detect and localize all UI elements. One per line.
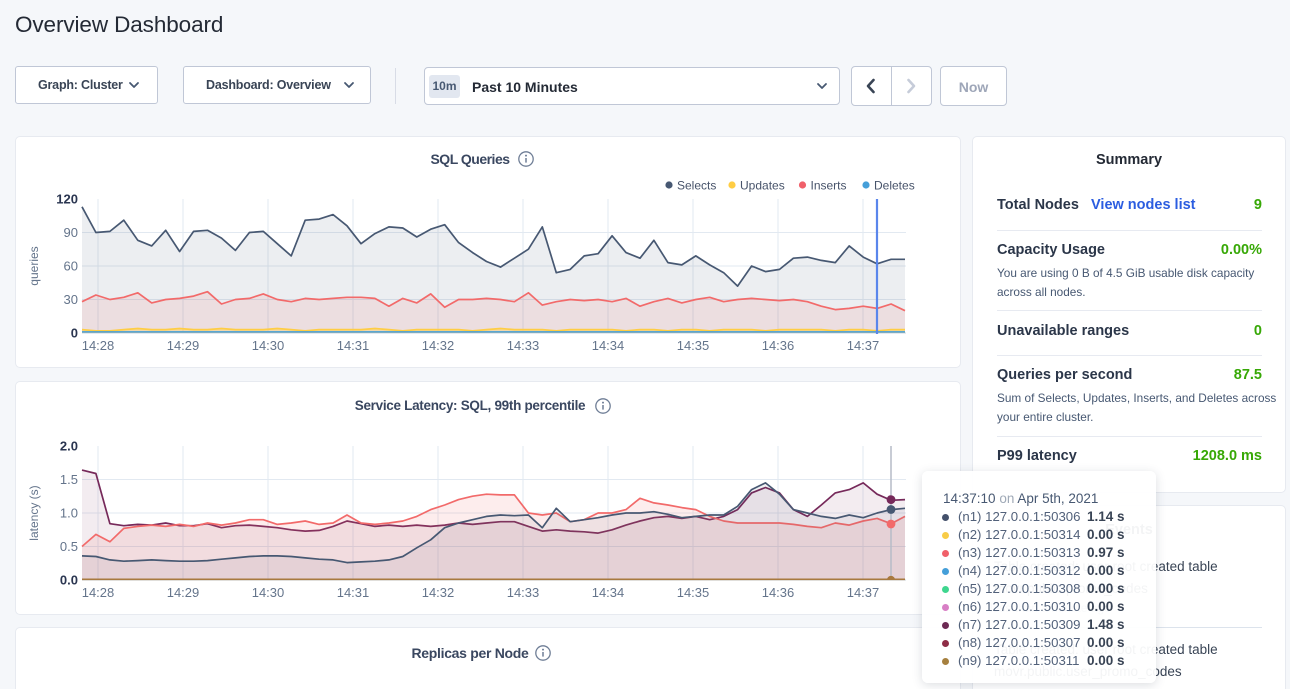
svg-text:30: 30 (64, 292, 78, 307)
svg-text:queries: queries (27, 246, 41, 285)
svg-text:60: 60 (64, 259, 78, 274)
svg-text:14:33: 14:33 (507, 338, 540, 353)
svg-text:14:32: 14:32 (422, 338, 455, 353)
svg-text:14:32: 14:32 (422, 585, 455, 600)
svg-text:14:28: 14:28 (82, 338, 115, 353)
svg-text:14:35: 14:35 (677, 338, 710, 353)
svg-text:Updates: Updates (740, 179, 785, 193)
svg-text:Deletes: Deletes (874, 179, 915, 193)
svg-text:14:30: 14:30 (252, 585, 285, 600)
svg-text:0.5: 0.5 (60, 539, 78, 554)
svg-text:1.5: 1.5 (60, 472, 78, 487)
svg-text:14:33: 14:33 (507, 585, 540, 600)
svg-text:14:29: 14:29 (167, 585, 200, 600)
svg-text:14:28: 14:28 (82, 585, 115, 600)
svg-text:2.0: 2.0 (60, 439, 78, 454)
svg-text:14:31: 14:31 (337, 338, 370, 353)
svg-text:14:37: 14:37 (847, 585, 880, 600)
svg-text:0: 0 (71, 326, 78, 341)
svg-text:14:31: 14:31 (337, 585, 370, 600)
svg-text:14:36: 14:36 (762, 338, 795, 353)
svg-text:120: 120 (56, 192, 78, 207)
svg-text:latency (s): latency (s) (27, 485, 41, 540)
svg-text:14:37: 14:37 (847, 338, 880, 353)
svg-text:14:36: 14:36 (762, 585, 795, 600)
svg-text:14:34: 14:34 (592, 585, 625, 600)
svg-text:14:29: 14:29 (167, 338, 200, 353)
svg-text:Inserts: Inserts (811, 179, 847, 193)
svg-text:0.0: 0.0 (60, 573, 78, 588)
svg-text:14:35: 14:35 (677, 585, 710, 600)
svg-text:14:34: 14:34 (592, 338, 625, 353)
svg-text:Selects: Selects (677, 179, 716, 193)
svg-text:90: 90 (64, 225, 78, 240)
svg-text:1.0: 1.0 (60, 506, 78, 521)
svg-text:14:30: 14:30 (252, 338, 285, 353)
